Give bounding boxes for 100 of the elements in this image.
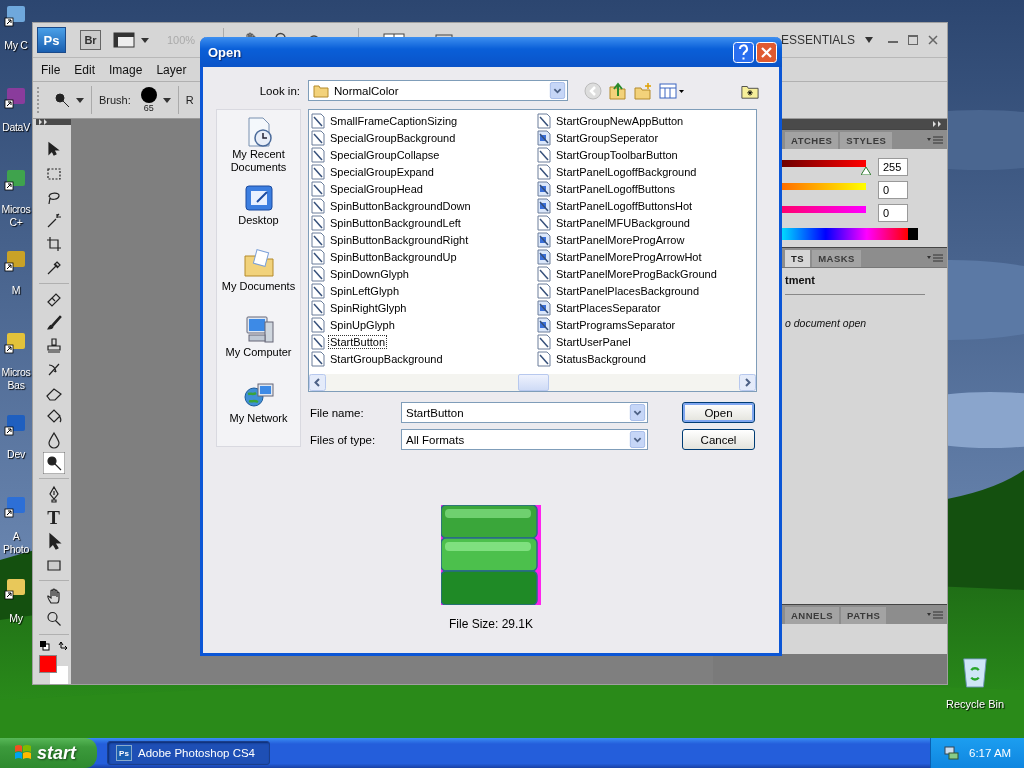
list-entry[interactable]: SpinRightGlyph <box>328 300 409 315</box>
shortcut-icon[interactable] <box>4 412 28 436</box>
dodge-icon[interactable] <box>54 92 70 108</box>
dodge-icon[interactable] <box>42 452 65 474</box>
menu-item[interactable]: Edit <box>67 62 103 77</box>
list-entry[interactable]: SpinDownGlyph <box>328 266 411 281</box>
panel-tab[interactable]: ATCHES <box>785 132 839 149</box>
list-entry[interactable]: SpinButtonBackgroundRight <box>328 232 471 247</box>
shortcut-icon[interactable] <box>4 248 28 272</box>
default-colors-icon[interactable] <box>39 641 50 651</box>
shortcut-icon[interactable] <box>4 85 28 109</box>
list-entry[interactable]: StartPanelMFUBackground <box>554 215 692 230</box>
list-entry[interactable]: StartGroupToolbarButton <box>554 147 680 162</box>
list-entry[interactable]: StartPlacesSeparator <box>554 300 663 315</box>
scroll-right-button[interactable] <box>739 374 756 391</box>
panel-menu-icon[interactable] <box>927 609 943 620</box>
help-button[interactable] <box>733 41 754 63</box>
foreground-swatch[interactable] <box>38 655 57 673</box>
list-entry[interactable]: StartGroupSeperator <box>554 130 661 145</box>
panel-tab[interactable]: STYLES <box>840 132 893 149</box>
menu-item[interactable]: Layer <box>149 62 194 77</box>
brush-preview-icon[interactable] <box>140 87 157 103</box>
list-entry[interactable]: SpinUpGlyph <box>328 317 397 332</box>
caret-icon[interactable] <box>629 431 646 448</box>
scrollbar[interactable] <box>309 374 756 391</box>
icon-label: Recycle Bin <box>945 698 1005 710</box>
file-type-dropdown[interactable]: All Formats <box>401 429 648 450</box>
list-entry[interactable]: StartPanelPlacesBackground <box>554 283 702 298</box>
close-button[interactable] <box>756 41 777 63</box>
network-tray-icon[interactable] <box>943 745 959 761</box>
panel-tab[interactable]: PATHS <box>841 607 887 624</box>
list-entry[interactable]: SpinButtonBackgroundDown <box>328 198 473 213</box>
shortcut-icon[interactable] <box>4 167 28 191</box>
shortcut-icon[interactable] <box>4 330 28 354</box>
list-entry[interactable]: StartButton <box>328 334 388 349</box>
places-item[interactable]: My Computer <box>216 314 301 380</box>
list-entry[interactable]: StartPanelMoreProgArrow <box>554 232 687 247</box>
places-item[interactable]: My Recent Documents <box>216 116 301 182</box>
value-field[interactable]: 255 <box>878 157 908 176</box>
list-entry[interactable]: StartGroupNewAppButton <box>554 113 686 128</box>
swap-icon[interactable] <box>57 641 68 651</box>
caret-icon[interactable] <box>162 97 171 103</box>
app-logo[interactable]: Ps <box>37 27 66 53</box>
caret-icon[interactable] <box>549 82 566 99</box>
panel-menu-icon[interactable] <box>927 134 943 145</box>
places-item[interactable]: My Network <box>216 380 301 446</box>
list-entry[interactable]: StartUserPanel <box>554 334 633 349</box>
caret-icon[interactable] <box>76 97 84 103</box>
value-field[interactable]: 0 <box>878 203 908 222</box>
expand-icon[interactable] <box>39 119 49 125</box>
caret-icon[interactable] <box>141 37 149 43</box>
open-button[interactable]: Open <box>682 402 755 423</box>
panel-tab[interactable]: MASKS <box>812 250 861 267</box>
list-entry[interactable]: StartPanelMoreProgArrowHot <box>554 249 704 264</box>
workspace-menu[interactable]: ESSENTIALS <box>780 33 855 47</box>
panel-tab[interactable]: ANNELS <box>785 607 840 624</box>
screen-mode-icon[interactable] <box>113 32 135 48</box>
list-entry[interactable]: StartGroupBackground <box>328 351 445 366</box>
caret-icon[interactable] <box>629 404 646 421</box>
recycle-bin-icon[interactable] <box>960 655 990 689</box>
list-entry[interactable]: SpecialGroupBackground <box>328 130 458 145</box>
list-entry[interactable]: SpinButtonBackgroundLeft <box>328 215 463 230</box>
type-tool[interactable]: T <box>42 506 65 529</box>
views-icon[interactable] <box>659 81 685 100</box>
list-entry[interactable]: StartPanelMoreProgBackGround <box>554 266 719 281</box>
menu-item[interactable]: File <box>33 62 68 77</box>
cancel-button[interactable]: Cancel <box>682 429 755 450</box>
scroll-left-button[interactable] <box>309 374 326 391</box>
shortcut-icon[interactable] <box>4 3 28 27</box>
list-entry[interactable]: SpecialGroupCollapse <box>328 147 442 162</box>
panel-menu-icon[interactable] <box>927 252 943 263</box>
list-entry[interactable]: SmallFrameCaptionSizing <box>328 113 460 128</box>
shortcut-icon[interactable] <box>4 494 28 518</box>
list-entry[interactable]: SpinLeftGlyph <box>328 283 402 298</box>
places-item[interactable]: My Documents <box>216 248 301 314</box>
taskbar-button[interactable]: Ps Adobe Photoshop CS4 <box>107 741 270 765</box>
value-field[interactable]: 0 <box>878 180 908 199</box>
scroll-thumb[interactable] <box>518 374 549 391</box>
list-entry[interactable]: SpecialGroupExpand <box>328 164 436 179</box>
list-entry[interactable]: SpinButtonBackgroundUp <box>328 249 459 264</box>
list-entry[interactable]: StartPanelLogoffButtons <box>554 181 678 196</box>
slider-thumb[interactable] <box>861 166 871 175</box>
list-entry[interactable]: SpecialGroupHead <box>328 181 425 196</box>
maximize-icon[interactable] <box>907 34 919 46</box>
file-name-field[interactable]: StartButton <box>401 402 648 423</box>
collapse-icon[interactable] <box>933 121 943 127</box>
list-entry[interactable]: StatusBackground <box>554 351 648 366</box>
bridge-button[interactable]: Br <box>80 30 101 50</box>
places-item[interactable]: Desktop <box>216 182 301 248</box>
up-folder-icon[interactable] <box>609 81 627 100</box>
start-button[interactable]: start <box>0 738 97 768</box>
menu-item[interactable]: Image <box>102 62 150 77</box>
shortcut-icon[interactable] <box>4 576 28 600</box>
list-entry[interactable]: StartProgramsSeparator <box>554 317 678 332</box>
look-in-dropdown[interactable]: NormalColor <box>308 80 568 101</box>
list-entry[interactable]: StartPanelLogoffButtonsHot <box>554 198 695 213</box>
close-icon[interactable] <box>927 34 939 46</box>
list-entry[interactable]: StartPanelLogoffBackground <box>554 164 699 179</box>
caret-icon[interactable] <box>865 37 873 43</box>
panel-tab[interactable]: TS <box>785 250 811 267</box>
